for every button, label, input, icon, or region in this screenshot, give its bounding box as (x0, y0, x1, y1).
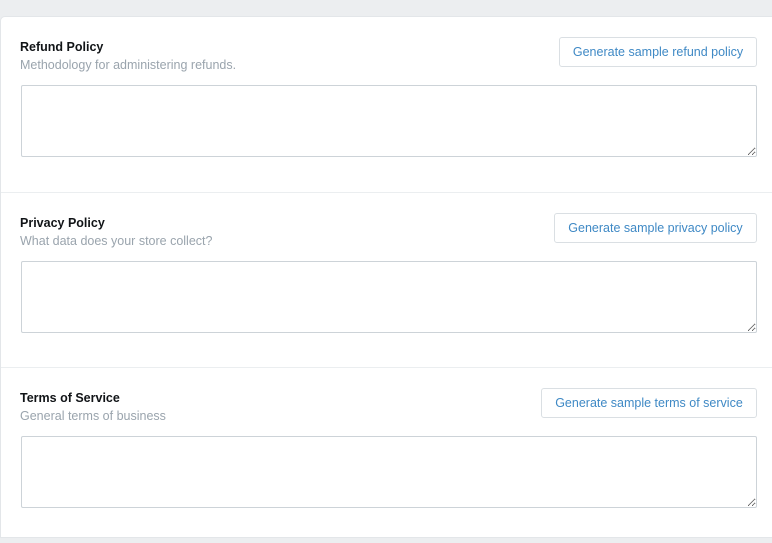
refund-policy-section: Refund Policy Methodology for administer… (1, 17, 772, 192)
privacy-policy-title: Privacy Policy (20, 216, 105, 230)
generate-terms-of-service-button[interactable]: Generate sample terms of service (541, 388, 757, 418)
privacy-policy-section: Privacy Policy What data does your store… (1, 192, 772, 368)
terms-of-service-title: Terms of Service (20, 391, 120, 405)
policies-card: Refund Policy Methodology for administer… (1, 17, 772, 537)
refund-policy-description: Methodology for administering refunds. (20, 58, 237, 72)
generate-refund-policy-button[interactable]: Generate sample refund policy (559, 37, 757, 67)
refund-policy-textarea[interactable] (21, 85, 757, 157)
privacy-policy-description: What data does your store collect? (20, 234, 213, 248)
terms-of-service-description: General terms of business (20, 409, 166, 423)
privacy-policy-textarea[interactable] (21, 261, 757, 333)
refund-policy-title: Refund Policy (20, 40, 104, 54)
terms-of-service-section: Terms of Service General terms of busine… (1, 367, 772, 543)
generate-privacy-policy-button[interactable]: Generate sample privacy policy (554, 213, 757, 243)
terms-of-service-textarea[interactable] (21, 436, 757, 508)
